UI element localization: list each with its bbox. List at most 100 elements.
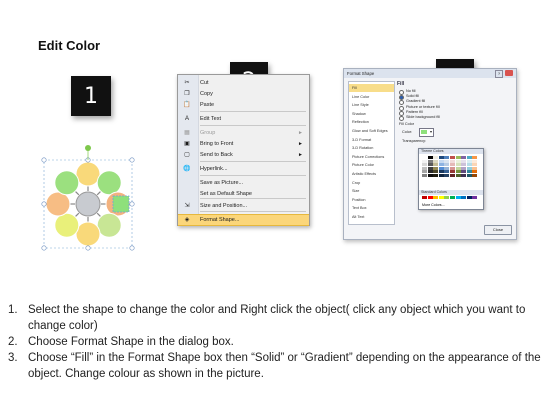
color-swatch[interactable] — [438, 196, 444, 199]
color-swatch[interactable] — [444, 159, 450, 163]
color-swatch[interactable] — [444, 173, 450, 177]
color-swatch[interactable] — [449, 159, 455, 163]
color-swatch[interactable] — [455, 159, 461, 163]
color-swatch[interactable] — [466, 156, 472, 159]
fill-option-slide-background-fill[interactable]: Slide background fill — [399, 115, 440, 121]
color-swatch[interactable] — [461, 156, 467, 159]
help-button[interactable]: ? — [495, 70, 503, 78]
category-3-d-rotation[interactable]: 3-D Rotation — [349, 144, 394, 152]
color-swatch[interactable] — [427, 170, 433, 174]
color-swatch[interactable] — [466, 196, 472, 199]
color-swatch[interactable] — [422, 166, 427, 170]
color-swatch[interactable] — [472, 163, 478, 167]
menu-item-group[interactable]: ▦ Group ► — [178, 128, 309, 139]
color-swatch[interactable] — [427, 173, 433, 177]
category-3-d-format[interactable]: 3-D Format — [349, 136, 394, 144]
color-swatch[interactable] — [433, 159, 439, 163]
menu-item-save-as-picture[interactable]: Save as Picture... — [178, 178, 309, 189]
category-position[interactable]: Position — [349, 196, 394, 204]
color-swatch[interactable] — [422, 196, 427, 199]
menu-item-hyperlink[interactable]: 🌐 Hyperlink... — [178, 164, 309, 175]
menu-item-send-to-back[interactable]: ▢ Send to Back ► — [178, 150, 309, 161]
category-picture-corrections[interactable]: Picture Corrections — [349, 153, 394, 161]
color-swatch[interactable] — [449, 163, 455, 167]
color-swatch[interactable] — [466, 166, 472, 170]
color-swatch[interactable] — [433, 173, 439, 177]
category-text-box[interactable]: Text Box — [349, 204, 394, 212]
color-swatch[interactable] — [466, 173, 472, 177]
category-reflection[interactable]: Reflection — [349, 118, 394, 126]
color-swatch[interactable] — [461, 173, 467, 177]
color-swatch[interactable] — [438, 166, 444, 170]
category-artistic-effects[interactable]: Artistic Effects — [349, 170, 394, 178]
color-swatch[interactable] — [422, 170, 427, 174]
color-swatch[interactable] — [449, 196, 455, 199]
color-swatch[interactable] — [433, 196, 439, 199]
color-swatch[interactable] — [455, 163, 461, 167]
color-swatch[interactable] — [427, 156, 433, 159]
color-swatch[interactable] — [472, 156, 478, 159]
color-swatch[interactable] — [461, 159, 467, 163]
more-colors-link[interactable]: More Colors... — [422, 203, 445, 207]
color-swatch[interactable] — [466, 159, 472, 163]
color-swatch[interactable] — [472, 173, 478, 177]
color-swatch[interactable] — [472, 196, 478, 199]
color-swatch[interactable] — [455, 170, 461, 174]
close-button[interactable]: Close — [484, 225, 512, 235]
color-swatch[interactable] — [449, 166, 455, 170]
color-swatch[interactable] — [455, 156, 461, 159]
color-swatch[interactable] — [433, 170, 439, 174]
color-swatch[interactable] — [449, 156, 455, 159]
color-swatch[interactable] — [438, 163, 444, 167]
color-swatch[interactable] — [455, 166, 461, 170]
color-swatch[interactable] — [444, 156, 450, 159]
category-size[interactable]: Size — [349, 187, 394, 195]
color-swatch[interactable] — [422, 173, 427, 177]
color-swatch[interactable] — [422, 159, 427, 163]
category-glow-and-soft-edges[interactable]: Glow and Soft Edges — [349, 127, 394, 135]
color-swatch[interactable] — [461, 170, 467, 174]
color-swatch[interactable] — [444, 196, 450, 199]
color-swatch[interactable] — [461, 196, 467, 199]
menu-item-copy[interactable]: ❐ Copy — [178, 89, 309, 100]
category-shadow[interactable]: Shadow — [349, 110, 394, 118]
color-picker-button[interactable]: ▾ — [419, 128, 434, 137]
color-swatch[interactable] — [449, 173, 455, 177]
color-swatch[interactable] — [427, 196, 433, 199]
color-swatch[interactable] — [438, 156, 444, 159]
color-swatch[interactable] — [422, 156, 427, 159]
color-swatch[interactable] — [449, 170, 455, 174]
close-icon[interactable] — [505, 70, 513, 76]
color-swatch[interactable] — [427, 166, 433, 170]
category-line-style[interactable]: Line Style — [349, 101, 394, 109]
menu-item-format-shape[interactable]: ◈ Format Shape... — [178, 214, 309, 226]
color-swatch[interactable] — [438, 173, 444, 177]
color-swatch[interactable] — [461, 163, 467, 167]
color-swatch[interactable] — [433, 166, 439, 170]
color-swatch[interactable] — [455, 196, 461, 199]
menu-item-edit-text[interactable]: A Edit Text — [178, 114, 309, 125]
color-swatch[interactable] — [466, 163, 472, 167]
color-swatch[interactable] — [455, 173, 461, 177]
color-swatch[interactable] — [438, 159, 444, 163]
color-swatch[interactable] — [472, 159, 478, 163]
category-picture-color[interactable]: Picture Color — [349, 161, 394, 169]
color-swatch[interactable] — [444, 170, 450, 174]
color-swatch[interactable] — [427, 159, 433, 163]
category-fill[interactable]: Fill — [349, 84, 394, 92]
color-swatch[interactable] — [444, 166, 450, 170]
color-swatch[interactable] — [433, 156, 439, 159]
color-swatch[interactable] — [427, 163, 433, 167]
circle-diagram[interactable] — [36, 142, 146, 254]
category-line-color[interactable]: Line Color — [349, 93, 394, 101]
color-swatch[interactable] — [472, 170, 478, 174]
menu-item-size-and-position[interactable]: ⇲ Size and Position... — [178, 201, 309, 212]
category-crop[interactable]: Crop — [349, 179, 394, 187]
category-alt-text[interactable]: Alt Text — [349, 213, 394, 221]
color-swatch[interactable] — [433, 163, 439, 167]
menu-item-cut[interactable]: ✂ Cut — [178, 78, 309, 89]
color-swatch[interactable] — [466, 170, 472, 174]
color-swatch[interactable] — [444, 163, 450, 167]
color-swatch[interactable] — [461, 166, 467, 170]
color-swatch[interactable] — [438, 170, 444, 174]
